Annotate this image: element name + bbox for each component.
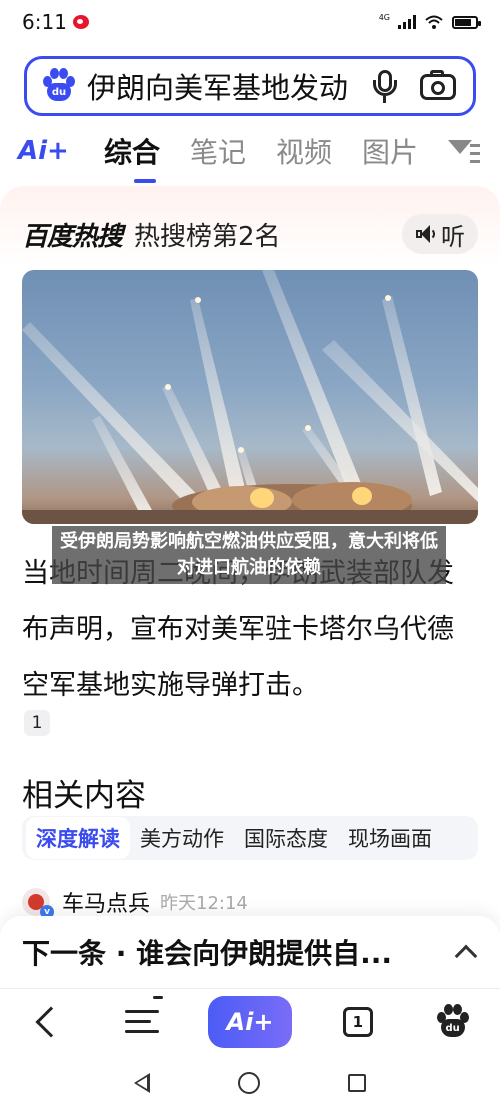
speaker-icon — [415, 223, 437, 245]
search-input[interactable]: 伊朗向美军基地发动 — [87, 65, 359, 107]
chip-us-actions[interactable]: 美方动作 — [130, 817, 234, 859]
hot-logo-text: 百度热搜 — [22, 221, 123, 252]
filter-icon[interactable] — [447, 136, 482, 166]
related-content-title: 相关内容 — [22, 778, 146, 814]
menu-button[interactable] — [110, 990, 174, 1054]
baidu-hot-logo: 百度热搜 — [22, 216, 123, 253]
next-item-title[interactable]: 下一条 · 谁会向伊朗提供自... — [22, 932, 392, 972]
battery-icon — [452, 15, 481, 29]
microphone-icon[interactable] — [365, 66, 405, 106]
system-recents-icon[interactable] — [348, 1073, 366, 1092]
bottom-nav: Ai+ 1 du — [0, 988, 500, 1054]
ai-assistant-label: Ai+ — [207, 995, 292, 1048]
source-time: 昨天12:14 — [160, 893, 248, 914]
paw-dark-logo-text: du — [440, 1018, 465, 1037]
chip-deep-analysis[interactable]: 深度解读 — [26, 817, 130, 859]
source-name: 车马点兵 — [62, 892, 151, 917]
status-bar: 6:11 4G — [0, 0, 500, 44]
source-avatar: v — [22, 888, 54, 919]
camera-icon[interactable] — [417, 66, 461, 106]
back-chevron-icon — [35, 1005, 67, 1038]
source-row[interactable]: v 车马点兵 昨天12:14 — [22, 886, 248, 919]
tab-notes[interactable]: 笔记 — [190, 131, 246, 171]
wifi-icon — [425, 15, 443, 29]
signal-icon — [398, 15, 416, 29]
status-right: 4G — [378, 13, 481, 30]
missile-launch-illustration — [22, 270, 478, 524]
related-chips: 深度解读 美方动作 国际态度 现场画面 — [22, 816, 478, 860]
baidu-paw-icon[interactable]: du — [41, 68, 77, 104]
card-header: 百度热搜 热搜榜第2名 听 — [22, 212, 478, 256]
tab-videos[interactable]: 视频 — [276, 131, 332, 171]
search-bar[interactable]: du 伊朗向美军基地发动 — [24, 56, 476, 116]
baidu-paw-dark-icon: du — [435, 1003, 471, 1040]
reference-badge[interactable]: 1 — [24, 710, 50, 736]
notification-dot — [153, 995, 164, 999]
chevron-up-icon[interactable] — [454, 944, 478, 968]
listen-label: 听 — [441, 222, 465, 251]
tabs-button[interactable]: 1 — [326, 990, 390, 1054]
tab-comprehensive[interactable]: 综合 — [104, 131, 160, 183]
next-item-bar[interactable]: 下一条 · 谁会向伊朗提供自... — [0, 916, 500, 988]
chip-international-stance[interactable]: 国际态度 — [234, 817, 338, 859]
paw-logo-text: du — [47, 83, 71, 101]
network-type-label: 4G — [378, 13, 390, 22]
tab-count-icon: 1 — [342, 1006, 373, 1037]
status-left: 6:11 — [22, 10, 89, 34]
news-image[interactable] — [22, 270, 478, 524]
baidu-home-button[interactable]: du — [421, 990, 485, 1054]
back-button[interactable] — [15, 990, 79, 1054]
system-back-icon[interactable] — [134, 1072, 150, 1093]
status-time: 6:11 — [22, 10, 67, 34]
search-tabs: Ai+ 综合 笔记 视频 图片 — [0, 124, 500, 183]
menu-icon — [125, 995, 164, 1036]
hot-rank-label: 热搜榜第2名 — [134, 221, 281, 252]
weibo-notification-icon — [72, 15, 89, 29]
tab-ai[interactable]: Ai+ — [18, 136, 88, 166]
system-nav — [0, 1054, 500, 1111]
system-home-icon[interactable] — [238, 1071, 260, 1094]
listen-button[interactable]: 听 — [402, 214, 478, 254]
image-caption: 受伊朗局势影响航空燃油供应受阻，意大利将低对进口航油的依赖 — [52, 526, 446, 584]
ai-assistant-button[interactable]: Ai+ — [205, 990, 295, 1054]
tab-images[interactable]: 图片 — [362, 131, 418, 171]
chip-scene-footage[interactable]: 现场画面 — [338, 817, 442, 859]
hot-search-card: 百度热搜 热搜榜第2名 听 受伊朗局势影响航空燃油供应受阻，意大利将低对进口航油… — [0, 186, 500, 986]
